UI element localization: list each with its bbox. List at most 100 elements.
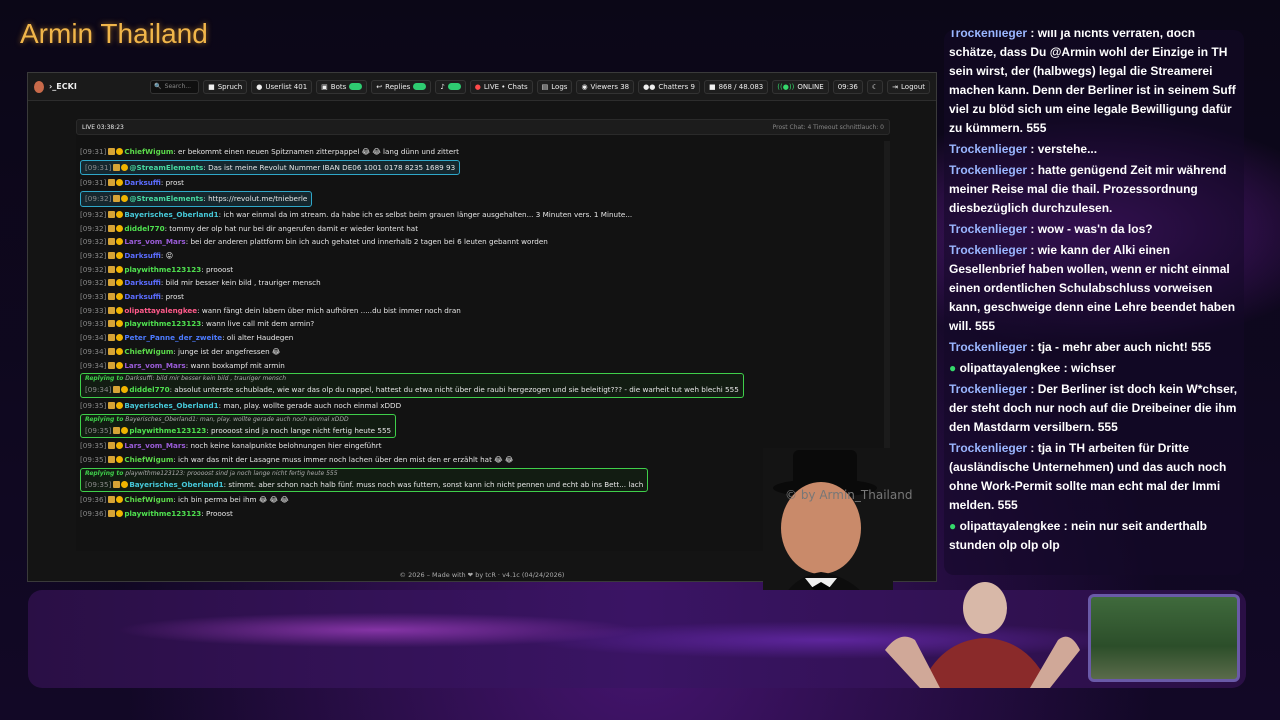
chat-message: [09:35] Lars_vom_Mars: noch keine kanalpu… (80, 441, 382, 451)
badge-icon (113, 426, 121, 434)
coin-icon (116, 347, 124, 355)
overlay-text: : wichser (1063, 361, 1116, 375)
app-footer: © 2026 – Made with ❤ by tcR · v4.1c (04/… (399, 571, 565, 579)
chat-message: Replying to playwithme123123: proooost s… (80, 467, 878, 494)
message-user[interactable]: playwithme123123 (129, 426, 206, 435)
message-user[interactable]: Darksuffi (124, 178, 161, 187)
chat-message: [09:34] Lars_vom_Mars: wann boxkampf mit … (80, 360, 285, 370)
message-user[interactable]: Lars_vom_Mars (124, 441, 185, 450)
live-chats-label: LIVE • Chats (483, 82, 528, 91)
message-user[interactable]: Lars_vom_Mars (124, 237, 185, 246)
overlay-user: Trockenlieger (949, 340, 1028, 354)
replies-toggle[interactable]: ↩ Replies (371, 79, 432, 94)
chat-message: Replying to Darksuffi: bild mir besser k… (80, 372, 878, 399)
message-icon: ■ (708, 82, 716, 91)
badge-icon (113, 480, 121, 488)
coin-icon (116, 401, 124, 409)
highlight-message: [09:32] @StreamElements: https://revolut.… (80, 191, 313, 207)
viewers-button[interactable]: ◉ Viewers 38 (576, 79, 635, 94)
overlay-user: Trockenlieger (949, 163, 1028, 177)
message-user[interactable]: Bayerisches_Oberland1 (129, 480, 223, 489)
theme-toggle[interactable]: ☾ (866, 79, 884, 94)
coin-icon (116, 238, 124, 246)
message-text: er bekommt einen neuen Spitznamen zitter… (178, 147, 459, 156)
message-user[interactable]: Darksuffi (124, 278, 161, 287)
logout-button[interactable]: ⇥ Logout (887, 79, 930, 94)
live-chats-button[interactable]: ● LIVE • Chats (469, 79, 533, 94)
message-user[interactable]: playwithme123123 (124, 265, 201, 274)
logs-button[interactable]: ▤ Logs (536, 79, 573, 94)
coin-icon (116, 510, 124, 518)
message-user[interactable]: Lars_vom_Mars (124, 361, 185, 370)
message-user[interactable]: diddel770 (124, 224, 164, 233)
message-time: [09:34] (80, 360, 107, 370)
coin-icon (116, 224, 124, 232)
replies-switch[interactable] (413, 83, 427, 90)
message-user[interactable]: Bayerisches_Oberland1 (124, 401, 218, 410)
chat-message-list[interactable]: [09:31] ChiefWigum: er bekommt einen neue… (76, 141, 882, 551)
bots-label: Bots (330, 82, 347, 91)
message-text: junge ist der angefressen 😂 (178, 346, 281, 356)
bots-switch[interactable] (349, 83, 363, 90)
sound-switch[interactable] (447, 83, 461, 90)
badge-icon (108, 210, 116, 218)
coin-icon (121, 195, 129, 203)
message-user[interactable]: Darksuffi (124, 292, 161, 301)
spruch-button[interactable]: ■ Spruch (203, 79, 248, 94)
highlight-message: [09:31] @StreamElements: Das ist meine Re… (80, 159, 461, 176)
app-brand[interactable]: ›_ECKI (34, 80, 146, 93)
message-time: [09:35] (80, 455, 107, 465)
message-text: bild mir besser kein bild , trauriger me… (165, 278, 321, 288)
badge-icon (108, 306, 116, 314)
logout-label: Logout (901, 82, 925, 91)
message-user[interactable]: playwithme123123 (124, 319, 201, 328)
overlay-text: : tja - mehr aber auch nicht! 555 (1030, 340, 1212, 354)
reply-label: Replying to (85, 375, 124, 383)
message-user[interactable]: @StreamElements (129, 194, 203, 203)
chat-message: [09:35] Bayerisches_Oberland1: man, play.… (80, 400, 402, 410)
bots-toggle[interactable]: ▣ Bots (316, 79, 368, 94)
spruch-label: Spruch (217, 82, 243, 91)
coin-icon (116, 496, 124, 504)
message-user[interactable]: Bayerisches_Oberland1 (124, 210, 218, 219)
reply-reference: Replying to playwithme123123: proooost s… (85, 469, 643, 478)
sound-toggle[interactable]: ♪ (435, 79, 466, 94)
garden-cam-frame (1088, 594, 1240, 682)
badge-icon (108, 251, 116, 259)
message-user[interactable]: Peter_Panne_der_zweite (124, 333, 222, 342)
search-icon: 🔍 (154, 83, 162, 90)
chat-message: [09:35] ChiefWigum: ich war das mit der L… (80, 455, 514, 465)
eye-icon: ◉ (581, 82, 588, 91)
message-user[interactable]: playwithme123123 (124, 509, 201, 518)
message-user[interactable]: ChiefWigum (124, 495, 173, 504)
message-text: tommy der olp hat nur bei dir angerufen … (169, 223, 419, 233)
reply-target: Darksuffi: bild mir besser kein bild , t… (125, 375, 287, 383)
overlay-user: Trockenlieger (949, 441, 1028, 455)
message-text: prooost (206, 264, 234, 274)
badge-icon (108, 334, 116, 342)
coin-icon (116, 265, 124, 273)
chatters-button[interactable]: ●● Chatters 9 (638, 79, 700, 94)
logs-icon: ▤ (541, 82, 549, 91)
live-dot-icon: ● (474, 82, 481, 91)
message-time: [09:32] (80, 278, 107, 288)
badge-icon (108, 361, 116, 369)
message-time: [09:36] (80, 509, 107, 519)
chat-message: [09:31] ChiefWigum: er bekommt einen neue… (80, 147, 459, 156)
coin-icon (116, 320, 124, 328)
message-text: https://revolut.me/tnieberle (208, 194, 308, 204)
message-user[interactable]: diddel770 (129, 385, 169, 394)
message-user[interactable]: @StreamElements (129, 163, 203, 172)
message-user[interactable]: Darksuffi (124, 251, 161, 260)
message-user[interactable]: ChiefWigum (124, 455, 173, 464)
chat-message: [09:32] Darksuffi: 😝 (80, 250, 174, 260)
badge-icon (108, 179, 116, 187)
message-user[interactable]: ChiefWigum (124, 147, 173, 156)
bell-icon: ♪ (440, 82, 445, 91)
search-input[interactable]: 🔍 Search... (150, 79, 200, 94)
message-user[interactable]: olipattayalengkee (124, 306, 197, 315)
app-toolbar: ›_ECKI 🔍 Search... ■ Spruch ● Userlist 401… (28, 73, 936, 101)
message-count: ■ 868 / 48.083 (703, 79, 769, 94)
userlist-button[interactable]: ● Userlist 401 (251, 79, 313, 94)
message-user[interactable]: ChiefWigum (124, 347, 173, 356)
